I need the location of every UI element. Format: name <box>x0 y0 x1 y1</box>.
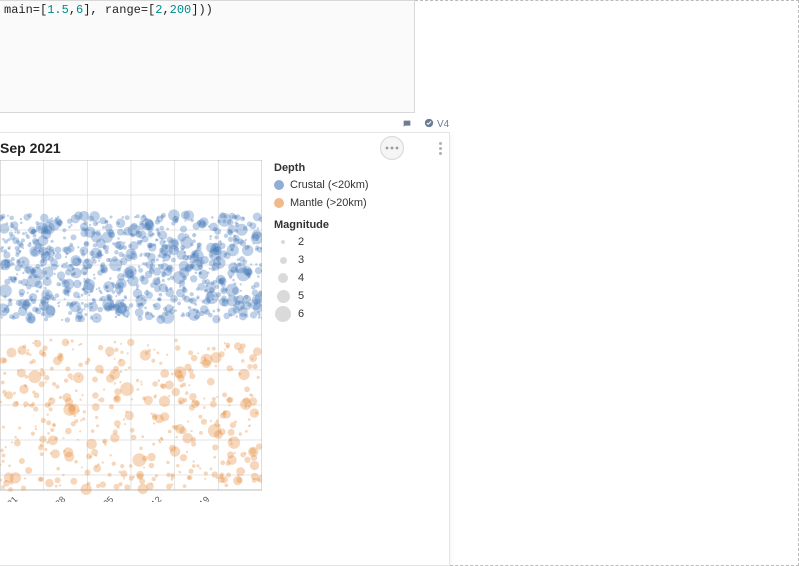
legend-size-swatch <box>277 290 290 303</box>
legend-size-swatch <box>280 257 287 264</box>
chart-title: Sep 2021 <box>0 140 61 156</box>
version-label: V4 <box>437 119 449 130</box>
x-tick-label: Dec 19 <box>184 494 211 502</box>
legend-magnitude-item[interactable]: 3 <box>274 252 434 268</box>
legend-label: 6 <box>298 308 304 320</box>
legend-label: Crustal (<20km) <box>290 179 369 191</box>
legend-swatch <box>274 198 284 208</box>
chart-legend: Depth Crustal (<20km) Mantle (>20km) Magn… <box>274 160 434 324</box>
legend-label: 5 <box>298 290 304 302</box>
more-options-button[interactable] <box>380 136 404 160</box>
legend-depth-item[interactable]: Mantle (>20km) <box>274 195 434 211</box>
legend-size-swatch <box>281 240 285 244</box>
legend-label: Mantle (>20km) <box>290 197 367 209</box>
legend-label: 3 <box>298 254 304 266</box>
kebab-menu-button[interactable] <box>433 136 447 160</box>
legend-label: 2 <box>298 236 304 248</box>
legend-magnitude-item[interactable]: 5 <box>274 288 434 304</box>
scatter-chart[interactable]: Nov 21 Nov 28 Dec 05 Dec 12 Dec 19 <box>0 160 262 502</box>
legend-magnitude-title: Magnitude <box>274 219 434 231</box>
legend-label: 4 <box>298 272 304 284</box>
checkmark-icon <box>424 118 434 131</box>
x-tick-label: Nov 28 <box>40 494 67 502</box>
legend-magnitude-item[interactable]: 4 <box>274 270 434 286</box>
x-tick-label: Dec 12 <box>136 494 163 502</box>
legend-size-swatch <box>275 306 291 322</box>
code-text: main=[1.5,6], range=[2,200])) <box>4 3 213 17</box>
x-tick-label: Nov 21 <box>0 494 19 502</box>
legend-magnitude-item[interactable]: 6 <box>274 306 434 322</box>
legend-swatch <box>274 180 284 190</box>
cell-footer <box>0 118 416 132</box>
comment-icon[interactable] <box>402 119 412 132</box>
code-cell[interactable]: main=[1.5,6], range=[2,200])) <box>0 0 415 113</box>
legend-size-swatch <box>278 273 288 283</box>
x-tick-label: Dec 05 <box>88 494 115 502</box>
legend-depth-item[interactable]: Crustal (<20km) <box>274 177 434 193</box>
legend-magnitude-item[interactable]: 2 <box>274 234 434 250</box>
legend-depth-title: Depth <box>274 162 434 174</box>
